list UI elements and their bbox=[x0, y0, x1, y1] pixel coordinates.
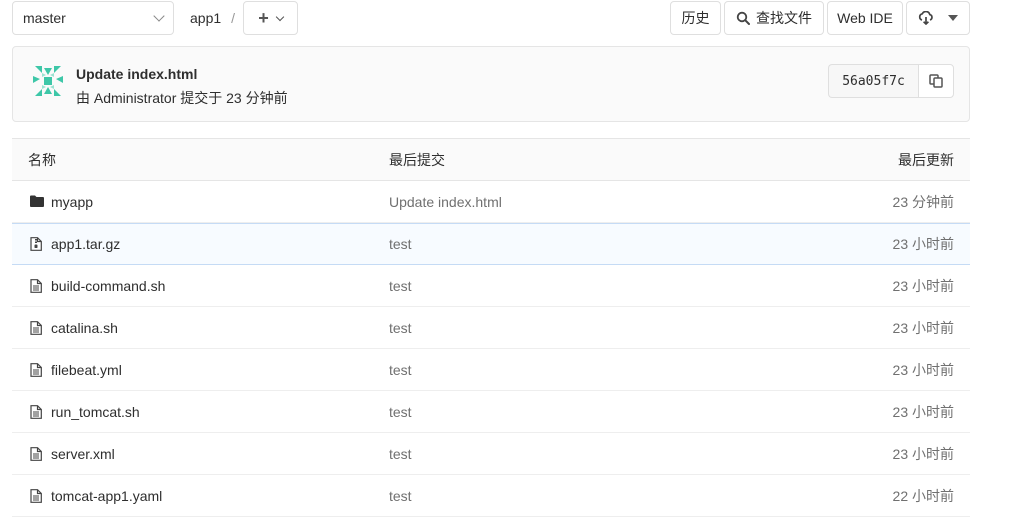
repo-toolbar: master app1 / + 历史 查找文件 Web IDE bbox=[12, 1, 970, 35]
file-icon bbox=[30, 362, 44, 377]
header-last-commit: 最后提交 bbox=[389, 151, 445, 168]
table-row[interactable]: myapp Update index.html 23 分钟前 bbox=[12, 181, 970, 223]
branch-selector[interactable]: master bbox=[12, 1, 174, 35]
file-name-cell[interactable]: build-command.sh bbox=[30, 265, 165, 306]
file-name-cell[interactable]: app1.tar.gz bbox=[30, 224, 120, 264]
file-name-link[interactable]: myapp bbox=[51, 194, 93, 210]
find-file-button[interactable]: 查找文件 bbox=[724, 1, 824, 35]
file-icon bbox=[30, 278, 44, 293]
last-update-time: 23 小时前 bbox=[892, 236, 954, 252]
breadcrumb-separator: / bbox=[231, 10, 236, 26]
last-commit-link[interactable]: test bbox=[389, 265, 412, 306]
last-update-time: 23 小时前 bbox=[892, 277, 954, 294]
table-row[interactable]: run_tomcat.sh test 23 小时前 bbox=[12, 391, 970, 433]
header-name: 名称 bbox=[28, 151, 56, 168]
last-commit-link[interactable]: test bbox=[389, 391, 412, 432]
avatar[interactable] bbox=[31, 64, 65, 98]
branch-name: master bbox=[23, 10, 66, 26]
table-row[interactable]: build-command.sh test 23 小时前 bbox=[12, 265, 970, 307]
file-name-link[interactable]: run_tomcat.sh bbox=[51, 404, 140, 420]
last-update-time: 22 小时前 bbox=[892, 487, 954, 504]
find-file-label: 查找文件 bbox=[756, 10, 812, 26]
history-button[interactable]: 历史 bbox=[670, 1, 721, 35]
file-icon bbox=[30, 446, 44, 461]
last-update-time: 23 小时前 bbox=[892, 361, 954, 378]
table-row[interactable]: filebeat.yml test 23 小时前 bbox=[12, 349, 970, 391]
commit-meta: 由 Administrator 提交于 23 分钟前 bbox=[76, 90, 288, 106]
file-name-cell[interactable]: tomcat-app1.yaml bbox=[30, 475, 162, 516]
last-commit-link[interactable]: test bbox=[389, 433, 412, 474]
file-name-link[interactable]: app1.tar.gz bbox=[51, 236, 120, 252]
folder-icon bbox=[30, 195, 44, 209]
history-button-label: 历史 bbox=[681, 10, 710, 26]
file-name-cell[interactable]: server.xml bbox=[30, 433, 115, 474]
archive-file-icon bbox=[30, 237, 44, 251]
file-icon bbox=[30, 404, 44, 419]
last-commit-link[interactable]: Update index.html bbox=[389, 181, 502, 222]
last-commit-link[interactable]: test bbox=[389, 475, 412, 516]
file-name-cell[interactable]: catalina.sh bbox=[30, 307, 118, 348]
file-name-link[interactable]: catalina.sh bbox=[51, 320, 118, 336]
file-icon bbox=[30, 320, 44, 335]
file-icon bbox=[30, 488, 44, 503]
file-name-link[interactable]: tomcat-app1.yaml bbox=[51, 488, 162, 504]
table-row[interactable]: app1.tar.gz test 23 小时前 bbox=[12, 223, 970, 265]
file-name-cell[interactable]: filebeat.yml bbox=[30, 349, 122, 390]
file-name-link[interactable]: build-command.sh bbox=[51, 278, 165, 294]
last-update-time: 23 分钟前 bbox=[892, 193, 954, 210]
last-update-time: 23 小时前 bbox=[892, 445, 954, 462]
file-name-cell[interactable]: run_tomcat.sh bbox=[30, 391, 140, 432]
copy-sha-button[interactable] bbox=[918, 64, 954, 98]
plus-icon: + bbox=[258, 8, 269, 28]
commit-title-link[interactable]: Update index.html bbox=[76, 66, 197, 82]
file-name-cell[interactable]: myapp bbox=[30, 181, 93, 222]
caret-down-icon bbox=[948, 15, 958, 21]
last-commit-panel: Update index.html 由 Administrator 提交于 23… bbox=[12, 46, 970, 122]
chevron-down-icon bbox=[275, 12, 284, 21]
last-commit-link[interactable]: test bbox=[389, 224, 412, 264]
add-new-dropdown[interactable]: + bbox=[243, 1, 298, 35]
table-body: myapp Update index.html 23 分钟前 app1.tar.gz t… bbox=[12, 181, 970, 517]
table-row[interactable]: catalina.sh test 23 小时前 bbox=[12, 307, 970, 349]
cloud-download-icon bbox=[918, 11, 933, 25]
web-ide-button[interactable]: Web IDE bbox=[827, 1, 903, 35]
header-last-update: 最后更新 bbox=[898, 151, 954, 168]
last-commit-link[interactable]: test bbox=[389, 349, 412, 390]
web-ide-label: Web IDE bbox=[837, 10, 893, 26]
breadcrumb: app1 / bbox=[190, 1, 235, 35]
commit-sha-group: 56a05f7c bbox=[828, 64, 954, 98]
copy-icon bbox=[929, 74, 943, 88]
breadcrumb-repo-link[interactable]: app1 bbox=[190, 10, 221, 26]
last-commit-link[interactable]: test bbox=[389, 307, 412, 348]
search-icon bbox=[736, 11, 750, 25]
last-update-time: 23 小时前 bbox=[892, 403, 954, 420]
table-row[interactable]: server.xml test 23 小时前 bbox=[12, 433, 970, 475]
file-name-link[interactable]: server.xml bbox=[51, 446, 115, 462]
table-row[interactable]: tomcat-app1.yaml test 22 小时前 bbox=[12, 475, 970, 517]
file-name-link[interactable]: filebeat.yml bbox=[51, 362, 122, 378]
file-tree-table: 名称 最后提交 最后更新 myapp Update index.html 23 分钟… bbox=[12, 138, 970, 517]
chevron-down-icon bbox=[153, 10, 165, 22]
clone-dropdown-button[interactable] bbox=[906, 1, 970, 35]
commit-sha[interactable]: 56a05f7c bbox=[828, 64, 918, 98]
last-update-time: 23 小时前 bbox=[892, 319, 954, 336]
table-header: 名称 最后提交 最后更新 bbox=[12, 138, 970, 181]
